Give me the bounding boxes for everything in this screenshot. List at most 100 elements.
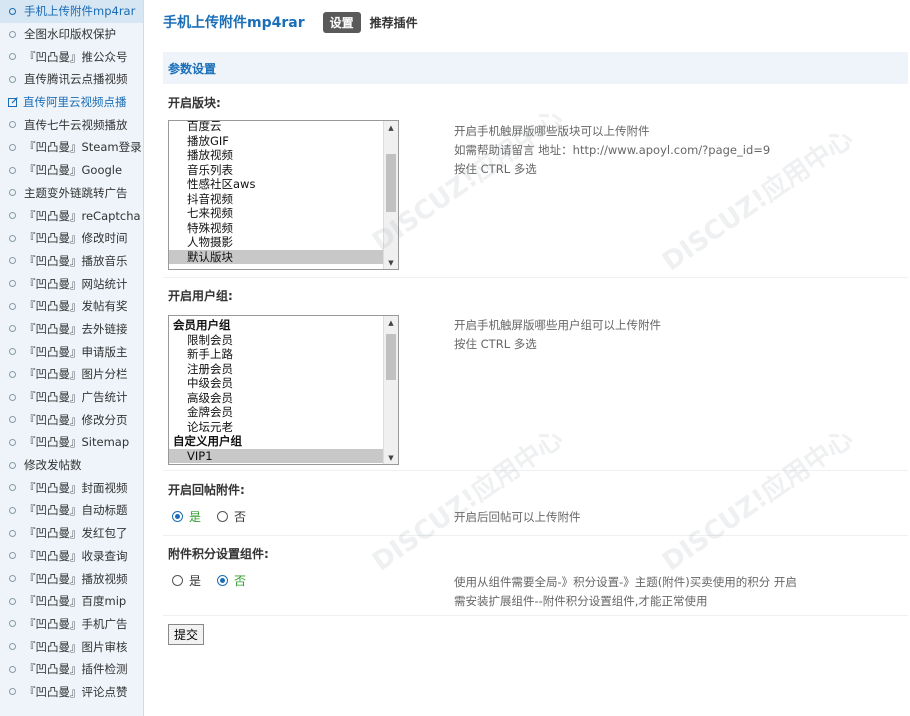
reply-attach-yes-label[interactable]: 是 [189, 508, 201, 525]
select-option[interactable]: 限制会员 [169, 333, 383, 348]
scroll-down-icon[interactable]: ▼ [384, 451, 398, 464]
section-title: 参数设置 [163, 52, 908, 84]
select-option[interactable]: VIP1 [169, 448, 383, 463]
sidebar-item[interactable]: 『凹凸曼』图片审核 [0, 635, 143, 658]
sidebar-item[interactable]: 直传腾讯云点播视频 [0, 68, 143, 91]
select-option[interactable]: 论坛元老 [169, 420, 383, 435]
forums-scrollbar[interactable]: ▲ ▼ [383, 121, 398, 269]
select-option[interactable]: 音乐列表 [169, 163, 383, 178]
sidebar-item-label: 『凹凸曼』评论点赞 [24, 684, 128, 699]
forums-tip: 开启手机触屏版哪些版块可以上传附件 如需帮助请留言 地址：http://www.… [454, 122, 770, 179]
sidebar-item[interactable]: 『凹凸曼』广告统计 [0, 386, 143, 409]
sidebar-item-label: 直传腾讯云点播视频 [24, 72, 128, 87]
sidebar-item[interactable]: 『凹凸曼』推公众号 [0, 45, 143, 68]
sidebar-item-label: 『凹凸曼』修改时间 [24, 231, 128, 246]
credit-label: 附件积分设置组件: [168, 547, 269, 561]
divider [163, 277, 908, 278]
scroll-up-icon[interactable]: ▲ [384, 316, 398, 329]
bullet-icon [9, 189, 16, 197]
select-option[interactable]: 中级会员 [169, 376, 383, 391]
sidebar-item[interactable]: 修改发帖数 [0, 454, 143, 477]
bullet-icon [9, 438, 16, 446]
sidebar-item[interactable]: 『凹凸曼』申请版主 [0, 340, 143, 363]
divider [163, 470, 908, 471]
select-option[interactable]: 百度云 [169, 121, 383, 134]
sidebar-item[interactable]: 『凹凸曼』修改时间 [0, 227, 143, 250]
sidebar-item[interactable]: 『凹凸曼』图片分栏 [0, 363, 143, 386]
bullet-icon [9, 75, 16, 83]
credit-tip: 使用从组件需要全局-》积分设置-》主题(附件)买卖使用的积分 开启 需安装扩展组… [454, 573, 797, 611]
credit-yes-label[interactable]: 是 [189, 572, 201, 589]
forums-select[interactable]: 百度云 播放GIF 播放视频 音乐列表 性感社区aws 抖音视频 七来视频 特殊视频 人物摄影默… [168, 120, 399, 270]
sidebar-item[interactable]: 『凹凸曼』手机广告 [0, 613, 143, 636]
tab-recommend-plugins[interactable]: 推荐插件 [370, 14, 418, 31]
sidebar-item-label: 主题变外链跳转广告 [24, 185, 128, 200]
select-option[interactable]: 人物摄影 [169, 235, 383, 250]
bullet-icon [9, 121, 16, 129]
reply-attach-radios: 是 否 [172, 508, 262, 525]
select-option[interactable]: 性感社区aws [169, 177, 383, 192]
sidebar-item[interactable]: 『凹凸曼』reCaptcha [0, 204, 143, 227]
bullet-icon [9, 393, 16, 401]
reply-attach-no-label[interactable]: 否 [234, 508, 246, 525]
sidebar-item[interactable]: 『凹凸曼』修改分页 [0, 408, 143, 431]
sidebar-item-label: 手机上传附件mp4rar [24, 4, 136, 19]
bullet-icon [9, 484, 16, 492]
sidebar-item[interactable]: 『凹凸曼』发红包了 [0, 522, 143, 545]
groups-scrollbar[interactable]: ▲ ▼ [383, 316, 398, 464]
select-option[interactable]: 特殊视频 [169, 221, 383, 236]
watermark: DISCUZ!应用中心 [654, 419, 859, 578]
bullet-icon [9, 688, 16, 696]
sidebar-item[interactable]: 『凹凸曼』发帖有奖 [0, 295, 143, 318]
select-option[interactable]: 播放GIF [169, 134, 383, 149]
sidebar-item[interactable]: 『凹凸曼』封面视频 [0, 476, 143, 499]
scroll-down-icon[interactable]: ▼ [384, 256, 398, 269]
sidebar-item[interactable]: 『凹凸曼』自动标题 [0, 499, 143, 522]
sidebar-item[interactable]: 手机上传附件mp4rar [0, 0, 143, 23]
scroll-up-icon[interactable]: ▲ [384, 121, 398, 134]
select-option[interactable]: 注册会员 [169, 362, 383, 377]
select-option[interactable]: 金牌会员 [169, 405, 383, 420]
credit-no-label[interactable]: 否 [234, 572, 246, 589]
sidebar-item[interactable]: 『凹凸曼』去外链接 [0, 318, 143, 341]
scroll-thumb[interactable] [386, 334, 396, 380]
sidebar-item[interactable]: 『凹凸曼』Sitemap [0, 431, 143, 454]
sidebar-item-label: 『凹凸曼』插件检测 [24, 662, 128, 677]
divider [163, 535, 908, 536]
sidebar-item[interactable]: 直传七牛云视频播放 [0, 113, 143, 136]
sidebar-item[interactable]: 『凹凸曼』收录查询 [0, 545, 143, 568]
sidebar-item[interactable]: 『凹凸曼』Steam登录 [0, 136, 143, 159]
sidebar-item[interactable]: 『凹凸曼』播放音乐 [0, 250, 143, 273]
select-option[interactable]: 新手上路 [169, 347, 383, 362]
select-option[interactable]: 高级会员 [169, 391, 383, 406]
sidebar-item-label: 『凹凸曼』图片审核 [24, 639, 128, 654]
credit-no-radio[interactable] [217, 575, 229, 586]
reply-attach-yes-radio[interactable] [172, 511, 183, 522]
tab-settings[interactable]: 设置 [322, 11, 361, 33]
bullet-icon [9, 53, 16, 61]
select-option[interactable]: 抖音视频 [169, 192, 383, 207]
bullet-icon [9, 461, 16, 469]
submit-button[interactable]: 提交 [168, 624, 205, 645]
groups-select[interactable]: 会员用户组 限制会员 新手上路 注册会员 中级会员 高级会员 金牌会员 论坛元老 自定义用户组 V… [168, 315, 399, 465]
top-bar: 手机上传附件mp4rar 设置 推荐插件 [144, 0, 910, 44]
sidebar-item[interactable]: 『凹凸曼』百度mip [0, 590, 143, 613]
select-option[interactable]: 播放视频 [169, 148, 383, 163]
divider [163, 615, 908, 616]
credit-yes-radio[interactable] [172, 575, 183, 586]
select-option[interactable]: 默认版块 [169, 249, 383, 264]
sidebar-item[interactable]: 直传阿里云视频点播 [0, 91, 143, 114]
page-title: 手机上传附件mp4rar [163, 15, 305, 31]
reply-attach-no-radio[interactable] [217, 511, 229, 522]
reply-attach-tip: 开启后回帖可以上传附件 [454, 510, 581, 524]
select-option[interactable]: 七来视频 [169, 206, 383, 221]
sidebar-item[interactable]: 全图水印版权保护 [0, 23, 143, 46]
sidebar-item[interactable]: 『凹凸曼』评论点赞 [0, 681, 143, 704]
scroll-thumb[interactable] [386, 154, 396, 212]
sidebar-item[interactable]: 『凹凸曼』播放视频 [0, 567, 143, 590]
sidebar-item[interactable]: 『凹凸曼』网站统计 [0, 272, 143, 295]
bullet-icon [9, 529, 16, 537]
sidebar-item[interactable]: 『凹凸曼』插件检测 [0, 658, 143, 681]
sidebar-item[interactable]: 主题变外链跳转广告 [0, 182, 143, 205]
sidebar-item[interactable]: 『凹凸曼』Google [0, 159, 143, 182]
